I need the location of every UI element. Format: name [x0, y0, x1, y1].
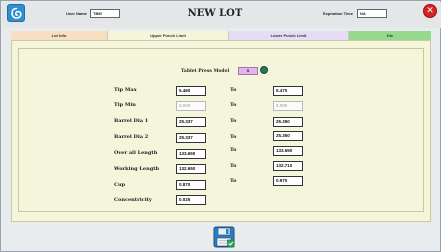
tip-max-label: Tip Max: [114, 87, 137, 93]
working-length-label: Working Length: [114, 166, 160, 172]
barrel-dia-2-to-label: To: [230, 134, 237, 140]
cup-from-field[interactable]: 0.870: [176, 180, 206, 190]
concentricity-label: Concentricity: [114, 197, 152, 203]
tip-min-from-field[interactable]: 0.000: [176, 101, 206, 111]
barrel-dia-1-to-label: To: [230, 118, 237, 124]
expiration-time-label: Expiration Time: [323, 11, 353, 16]
barrel-dia-1-from-field[interactable]: 25.337: [176, 117, 206, 127]
expiration-time-field[interactable]: NA: [357, 9, 387, 18]
close-icon: ✕: [426, 6, 434, 16]
overall-length-to-label: To: [230, 147, 237, 153]
overall-length-label: Over all Length: [114, 150, 158, 156]
tab-lower-punch-limit[interactable]: Lower Punch Limit: [229, 31, 349, 40]
refresh-icon[interactable]: [260, 66, 268, 74]
overall-length-to-field[interactable]: 133.650: [273, 146, 303, 156]
tip-max-to-field[interactable]: 5.470: [273, 86, 303, 96]
tab-die[interactable]: Die: [349, 31, 431, 40]
working-length-to-field[interactable]: 132.710: [273, 161, 303, 171]
barrel-dia-1-label: Barrel Dia 1: [114, 118, 149, 124]
tip-max-from-field[interactable]: 5.460: [176, 86, 206, 96]
cup-to-label: To: [230, 178, 237, 184]
page-title: NEW LOT: [187, 8, 243, 19]
tip-min-label: Tip Min: [114, 102, 136, 108]
cup-to-field[interactable]: 0.970: [273, 176, 303, 186]
tab-lot-info[interactable]: Lot Info: [11, 31, 108, 40]
barrel-dia-2-from-field[interactable]: 25.337: [176, 133, 206, 143]
app-logo-icon: [7, 4, 25, 22]
barrel-dia-1-to-field[interactable]: 25.350: [273, 117, 303, 127]
tip-min-to-label: To: [230, 102, 237, 108]
user-name-label: User Name: [66, 11, 87, 16]
save-button[interactable]: [213, 226, 235, 248]
tip-max-to-label: To: [230, 87, 237, 93]
tablet-press-model-field[interactable]: 8: [238, 67, 258, 75]
working-length-from-field[interactable]: 132.650: [176, 164, 206, 174]
upper-punch-limit-panel: [11, 40, 431, 222]
tab-upper-punch-limit[interactable]: Upper Punch Limit: [108, 31, 229, 40]
concentricity-field[interactable]: 0.025: [176, 195, 206, 205]
barrel-dia-2-to-field[interactable]: 25.350: [273, 131, 303, 141]
close-button[interactable]: ✕: [423, 4, 437, 18]
tip-min-to-field[interactable]: 0.000: [273, 101, 303, 111]
tablet-press-model-label: Tablet Press Model: [181, 69, 230, 74]
tab-bar: Lot Info Upper Punch Limit Lower Punch L…: [11, 31, 431, 40]
cup-label: Cup: [114, 182, 126, 188]
overall-length-from-field[interactable]: 133.650: [176, 149, 206, 159]
user-name-field[interactable]: TBM: [90, 9, 120, 18]
save-icon: [213, 226, 235, 248]
working-length-to-label: To: [230, 163, 237, 169]
barrel-dia-2-label: Barrel Dia 2: [114, 134, 149, 140]
